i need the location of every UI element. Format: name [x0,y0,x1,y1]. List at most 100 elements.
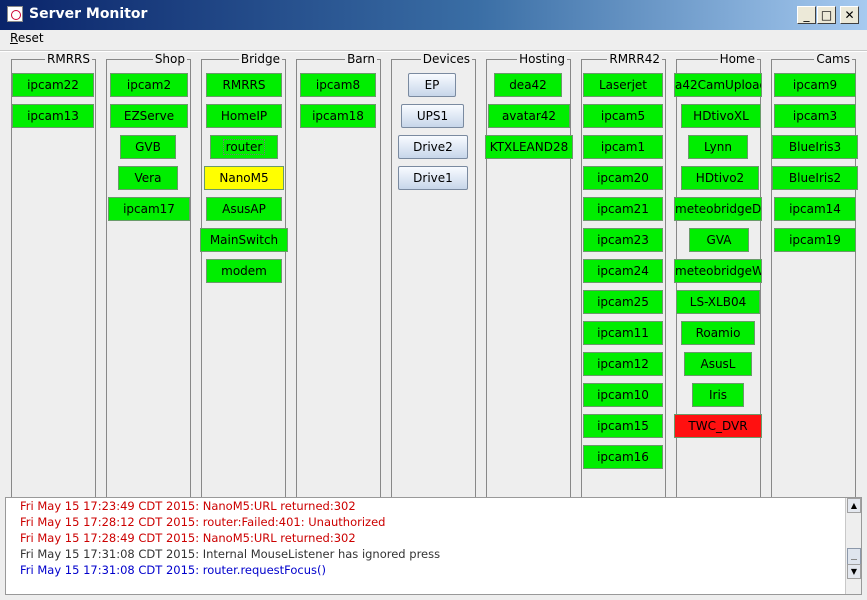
server-button-blueiris3[interactable]: BlueIris3 [772,135,858,159]
server-label: ipcam23 [597,233,649,247]
server-button-ls-xlb04[interactable]: LS-XLB04 [676,290,760,314]
server-button-vera[interactable]: Vera [118,166,178,190]
arrow-up-icon[interactable]: ▲ [847,498,861,513]
server-label: TWC_DVR [688,419,748,433]
server-button-ktxleand28[interactable]: KTXLEAND28 [485,135,573,159]
server-button-meteobridgewu[interactable]: meteobridgeWU [674,259,762,283]
server-button-roamio[interactable]: Roamio [681,321,755,345]
server-button-avatar42[interactable]: avatar42 [488,104,570,128]
server-button-ipcam18[interactable]: ipcam18 [300,104,376,128]
group-title: Shop [152,52,187,66]
server-button-nanom5[interactable]: NanoM5 [204,166,284,190]
server-button-asusap[interactable]: AsusAP [206,197,282,221]
server-label: ipcam2 [126,78,172,92]
server-label: ipcam15 [597,419,649,433]
server-button-meteobridgedb[interactable]: meteobridgeDB [674,197,762,221]
server-button-ipcam20[interactable]: ipcam20 [583,166,663,190]
server-button-router[interactable]: router [210,135,278,159]
server-button-a42camupload[interactable]: a42CamUpload [674,73,762,97]
device-button-drive1[interactable]: Drive1 [398,166,468,190]
server-button-ipcam19[interactable]: ipcam19 [774,228,856,252]
server-button-ipcam8[interactable]: ipcam8 [300,73,376,97]
group-title: RMRR42 [607,52,662,66]
group-title: Cams [814,52,852,66]
server-label: GVA [706,233,732,247]
maximize-icon[interactable]: □ [817,6,836,24]
server-button-ipcam14[interactable]: ipcam14 [774,197,856,221]
device-button-ep[interactable]: EP [408,73,456,97]
server-button-ipcam1[interactable]: ipcam1 [583,135,663,159]
server-button-ipcam11[interactable]: ipcam11 [583,321,663,345]
server-label: avatar42 [501,109,557,123]
server-label: ipcam24 [597,264,649,278]
server-button-ipcam16[interactable]: ipcam16 [583,445,663,469]
server-button-gva[interactable]: GVA [689,228,749,252]
log-line: Fri May 15 17:31:08 CDT 2015: Internal M… [20,547,441,561]
server-label: ipcam10 [597,388,649,402]
server-button-homeip[interactable]: HomeIP [206,104,282,128]
server-label: ipcam1 [600,140,646,154]
log-line: Fri May 15 17:23:49 CDT 2015: NanoM5:URL… [20,499,356,513]
server-label: ipcam5 [600,109,646,123]
server-label: meteobridgeDB [675,202,762,216]
server-button-ipcam22[interactable]: ipcam22 [12,73,94,97]
server-label: ipcam9 [792,78,838,92]
server-button-rmrrs[interactable]: RMRRS [206,73,282,97]
group-title: Bridge [238,52,282,66]
server-button-modem[interactable]: modem [206,259,282,283]
close-icon[interactable]: ✕ [840,6,859,24]
minimize-icon[interactable]: _ [797,6,816,24]
server-label: dea42 [509,78,547,92]
server-button-ipcam3[interactable]: ipcam3 [774,104,856,128]
server-label: Drive2 [413,140,453,154]
server-label: Vera [134,171,162,185]
server-button-laserjet[interactable]: Laserjet [583,73,663,97]
server-label: ipcam18 [312,109,364,123]
server-label: meteobridgeWU [675,264,761,278]
server-label: AsusAP [222,202,266,216]
group-title: RMRRS [45,52,92,66]
server-button-gvb[interactable]: GVB [120,135,176,159]
server-button-ipcam12[interactable]: ipcam12 [583,352,663,376]
server-button-lynn[interactable]: Lynn [688,135,748,159]
device-button-ups1[interactable]: UPS1 [401,104,464,128]
server-button-blueiris2[interactable]: BlueIris2 [772,166,858,190]
server-label: a42CamUpload [675,78,762,92]
server-button-mainswitch[interactable]: MainSwitch [200,228,288,252]
log-scrollbar[interactable]: ▲ ▼ [845,498,861,594]
server-button-iris[interactable]: Iris [692,383,744,407]
group-title: Devices [420,52,472,66]
server-button-ipcam5[interactable]: ipcam5 [583,104,663,128]
device-button-drive2[interactable]: Drive2 [398,135,468,159]
server-button-ipcam10[interactable]: ipcam10 [583,383,663,407]
server-button-ipcam24[interactable]: ipcam24 [583,259,663,283]
server-label: router [222,139,266,155]
server-label: HDtivo2 [695,171,745,185]
title-bar[interactable]: Server Monitor _ □ ✕ [0,0,867,30]
server-button-ipcam15[interactable]: ipcam15 [583,414,663,438]
server-button-hdtivoxl[interactable]: HDtivoXL [681,104,761,128]
server-button-ipcam9[interactable]: ipcam9 [774,73,856,97]
server-label: ipcam12 [597,357,649,371]
server-button-twc_dvr[interactable]: TWC_DVR [674,414,762,438]
menu-reset[interactable]: Reset [10,31,44,45]
log-panel[interactable]: Fri May 15 17:23:49 CDT 2015: NanoM5:URL… [5,497,862,595]
server-button-ipcam2[interactable]: ipcam2 [110,73,188,97]
server-label: NanoM5 [219,171,269,185]
server-button-hdtivo2[interactable]: HDtivo2 [681,166,759,190]
server-button-ezserve[interactable]: EZServe [110,104,188,128]
server-button-ipcam21[interactable]: ipcam21 [583,197,663,221]
log-line: Fri May 15 17:31:08 CDT 2015: router.req… [20,563,326,577]
server-button-asusl[interactable]: AsusL [684,352,752,376]
server-button-ipcam23[interactable]: ipcam23 [583,228,663,252]
server-label: UPS1 [416,109,449,123]
server-button-dea42[interactable]: dea42 [494,73,562,97]
server-button-ipcam13[interactable]: ipcam13 [12,104,94,128]
server-label: ipcam14 [789,202,841,216]
log-line: Fri May 15 17:28:49 CDT 2015: NanoM5:URL… [20,531,356,545]
server-label: Lynn [704,140,732,154]
arrow-down-icon[interactable]: ▼ [847,564,861,579]
server-button-ipcam17[interactable]: ipcam17 [108,197,190,221]
java-cup-icon[interactable] [7,6,23,22]
server-button-ipcam25[interactable]: ipcam25 [583,290,663,314]
